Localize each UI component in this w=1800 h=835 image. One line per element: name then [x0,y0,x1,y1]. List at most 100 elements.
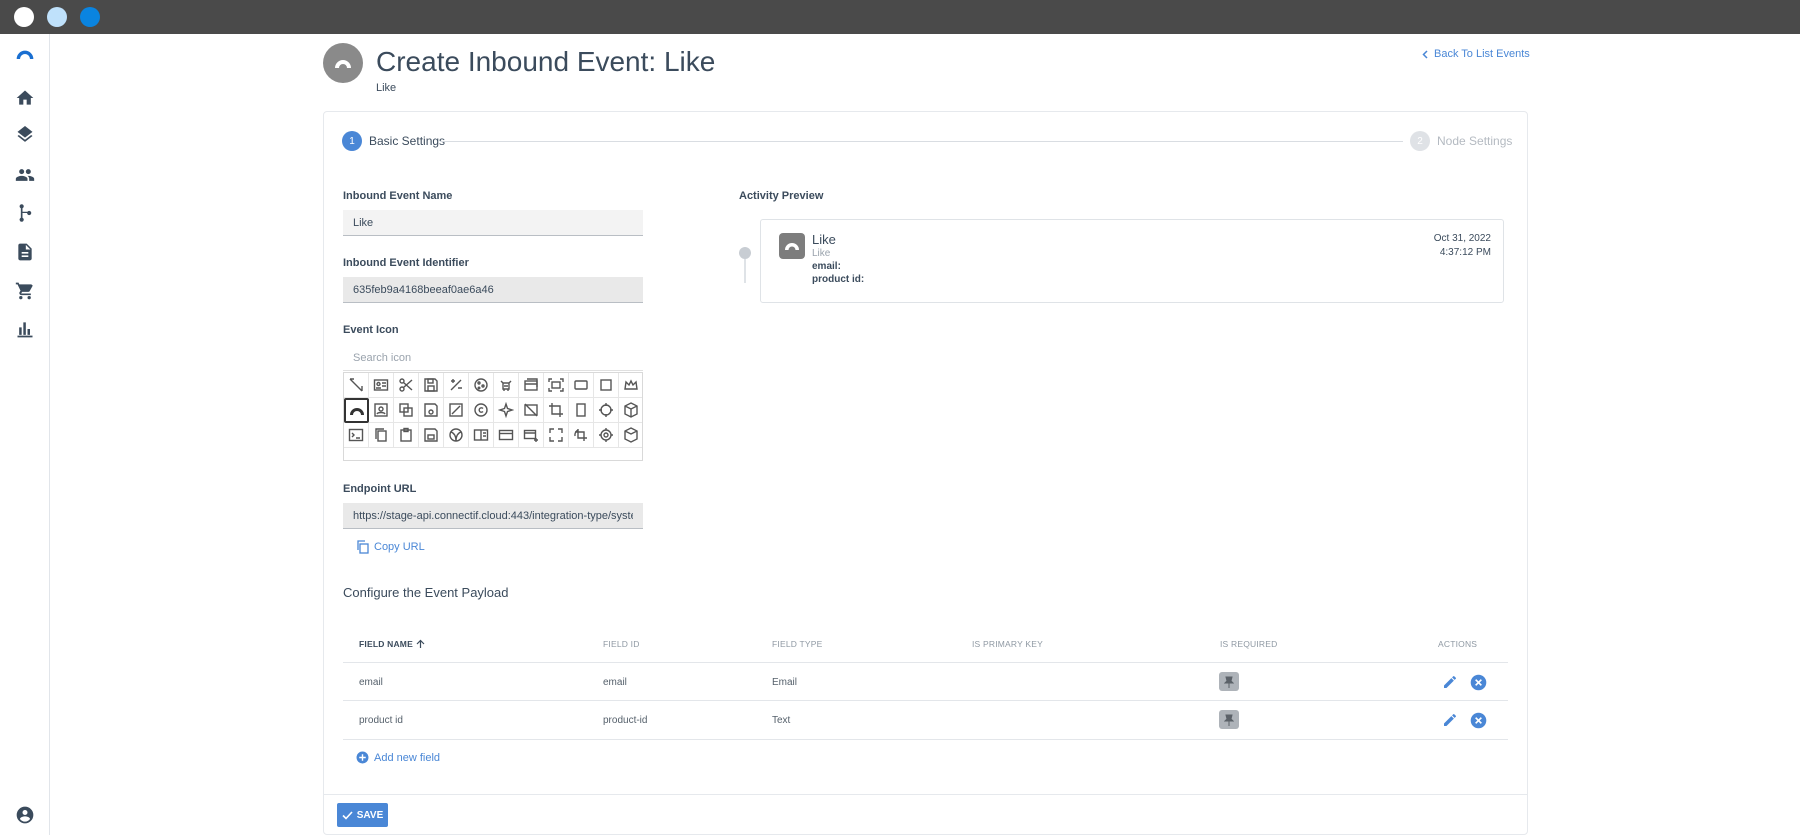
page-subtitle: Like [376,82,397,94]
window-minimize-dot[interactable] [47,7,67,27]
cell-field-type: Email [772,677,798,688]
arc-icon [349,407,364,415]
icon-option[interactable] [519,423,544,448]
icon-option[interactable] [619,373,642,398]
crop-icon [549,403,563,417]
save-button-label: SAVE [356,809,384,821]
pencil-icon [1444,675,1456,688]
icon-option[interactable] [344,373,369,398]
required-toggle[interactable] [1219,672,1239,691]
copyright-icon [474,403,488,417]
sidebar-item-contacts[interactable] [13,163,37,187]
icon-option[interactable] [419,373,444,398]
icon-option[interactable] [494,373,519,398]
event-identifier-input[interactable] [343,277,643,303]
preview-time: 4:37:12 PM [1439,247,1491,258]
event-icon-label: Event Icon [343,324,399,336]
column-primary-key[interactable]: IS PRIMARY KEY [972,639,1043,649]
flow-icon [19,204,32,222]
icon-option[interactable] [569,373,594,398]
column-field-name-label: FIELD NAME [359,639,413,649]
preview-event-icon [779,233,805,259]
chevron-left-icon [1422,49,1428,59]
sidebar-item-workflows[interactable] [13,201,37,225]
endpoint-url-input[interactable] [343,503,643,529]
column-field-name[interactable]: FIELD NAME [359,639,425,649]
icon-option[interactable] [419,398,444,423]
window-maximize-dot[interactable] [80,7,100,27]
close-circle-icon [1470,712,1486,728]
icon-option[interactable] [619,398,642,423]
icon-option[interactable] [569,423,594,448]
icon-option[interactable] [494,398,519,423]
icon-option[interactable] [469,423,494,448]
icon-option[interactable] [444,373,469,398]
required-toggle[interactable] [1219,710,1239,729]
sidebar-item-account[interactable] [13,803,37,827]
payload-section-title: Configure the Event Payload [343,585,509,600]
sidebar-item-home[interactable] [13,86,37,110]
icon-option[interactable] [369,373,394,398]
edit-field-button[interactable] [1441,673,1459,691]
icon-option[interactable] [444,398,469,423]
icon-option[interactable] [594,373,619,398]
sidebar-item-store[interactable] [13,279,37,303]
delete-field-button[interactable] [1469,711,1487,729]
column-field-id[interactable]: FIELD ID [603,639,640,649]
column-actions: ACTIONS [1438,639,1478,649]
icon-option[interactable] [544,423,569,448]
edit-field-button[interactable] [1441,711,1459,729]
icon-option[interactable] [469,373,494,398]
icon-option[interactable] [394,398,419,423]
window-close-dot[interactable] [14,7,34,27]
icon-option[interactable] [394,423,419,448]
save-as-icon [424,403,438,417]
hide-image-icon [524,403,538,417]
icon-search-input[interactable] [343,345,643,371]
check-icon [342,810,353,820]
icon-option[interactable] [344,423,369,448]
icon-option[interactable] [369,423,394,448]
cell-field-name: email [359,677,383,688]
save-button[interactable]: SAVE [337,803,388,827]
add-new-field-button[interactable]: Add new field [356,751,440,764]
icon-option[interactable] [569,398,594,423]
sidebar-item-logo[interactable] [13,42,37,66]
clipboard-icon [400,427,412,442]
pencil-icon [1444,713,1456,726]
icon-option[interactable] [369,398,394,423]
cell-field-id: email [603,677,627,688]
sidebar-item-layers[interactable] [13,124,37,148]
icon-option[interactable] [519,398,544,423]
column-required[interactable]: IS REQUIRED [1220,639,1277,649]
close-circle-icon [1470,674,1486,690]
event-name-input[interactable] [343,210,643,236]
icon-option-selected[interactable] [344,398,369,423]
icon-option[interactable] [544,373,569,398]
step-node-settings[interactable]: 2 Node Settings [1410,131,1512,151]
chrome-reader-icon [473,429,489,441]
back-to-list-link[interactable]: Back To List Events [1422,48,1530,60]
icon-option[interactable] [394,373,419,398]
step-basic-settings[interactable]: 1 Basic Settings [342,131,445,151]
icon-option[interactable] [444,423,469,448]
icon-option[interactable] [419,423,444,448]
copy-url-button[interactable]: Copy URL [356,540,425,554]
preview-subtitle: Like [812,248,831,259]
image-edit-icon [449,403,463,417]
cookie-icon [474,378,488,392]
layers-icon [17,126,33,142]
pin-icon [1224,676,1234,688]
icon-option[interactable] [594,398,619,423]
icon-option[interactable] [494,423,519,448]
sidebar-item-content[interactable] [13,240,37,264]
column-field-type[interactable]: FIELD TYPE [772,639,823,649]
icon-option[interactable] [619,423,642,448]
icon-option[interactable] [544,398,569,423]
delete-field-button[interactable] [1469,673,1487,691]
icon-option[interactable] [594,423,619,448]
icon-option[interactable] [519,373,544,398]
document-icon [18,243,32,261]
icon-option[interactable] [469,398,494,423]
sidebar-item-reports[interactable] [13,317,37,341]
